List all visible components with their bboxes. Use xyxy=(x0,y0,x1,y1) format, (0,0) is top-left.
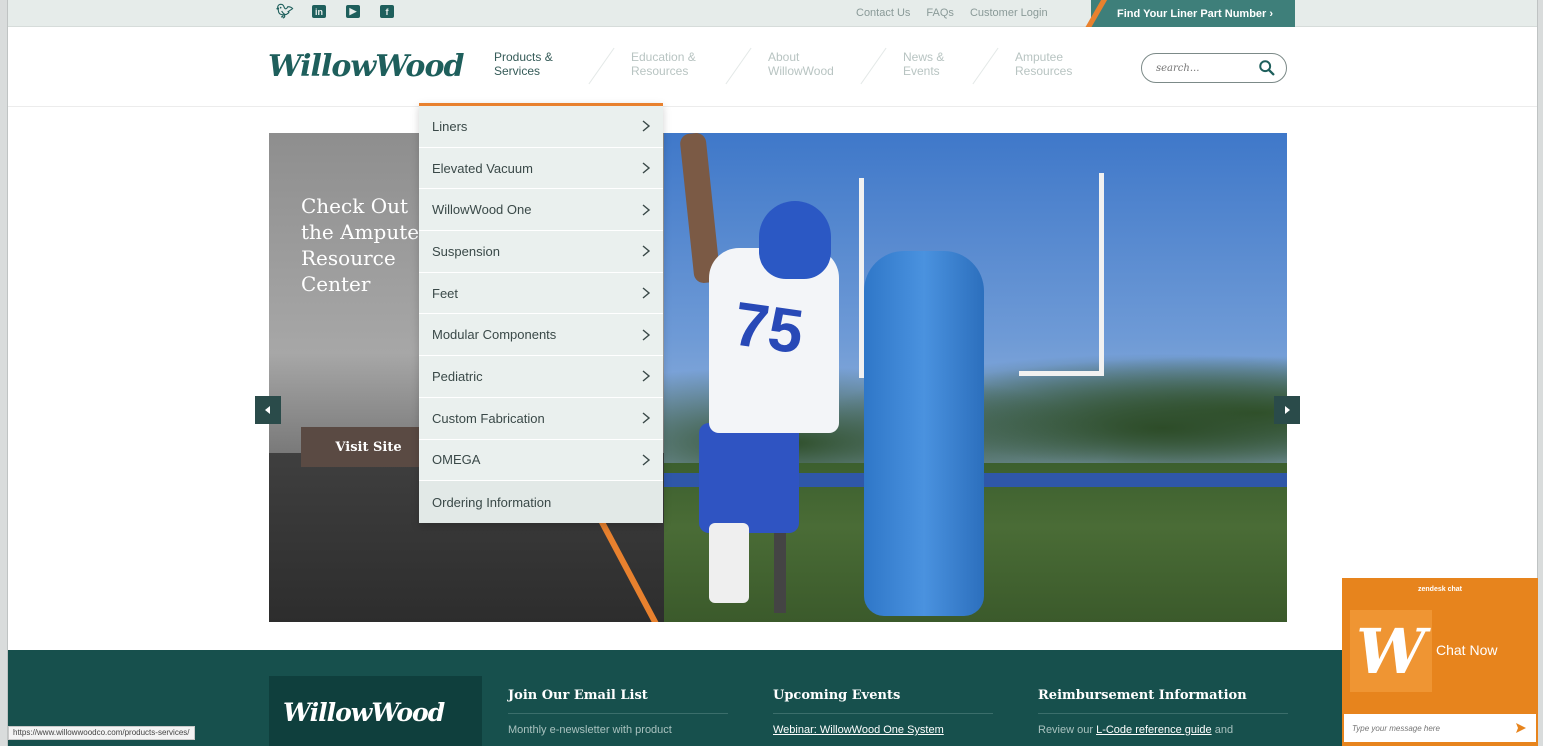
slider-prev-button[interactable] xyxy=(255,396,281,424)
menu-item-label: Liners xyxy=(432,118,468,134)
player-legs xyxy=(699,423,799,533)
nav-label-line2: Events xyxy=(903,64,940,78)
facebook-icon[interactable]: f xyxy=(380,5,394,18)
menu-item-willowwood-one[interactable]: WillowWood One xyxy=(419,189,663,232)
chevron-right-icon xyxy=(642,204,651,216)
reimb-text-after: and xyxy=(1211,724,1234,736)
menu-item-elevated-vacuum[interactable]: Elevated Vacuum xyxy=(419,148,663,190)
nav-label-line1: News & xyxy=(903,50,945,64)
nav-label-line2: Resources xyxy=(1015,64,1073,78)
goalpost-crossbar xyxy=(1019,371,1104,376)
chevron-right-icon xyxy=(642,329,651,341)
footer-email-column: Join Our Email List Monthly e-newsletter… xyxy=(508,688,728,736)
chat-widget[interactable]: zendesk chat W Chat Now xyxy=(1342,578,1538,746)
chat-now-label[interactable]: Chat Now xyxy=(1436,642,1497,658)
customer-login-link[interactable]: Customer Login xyxy=(970,7,1048,19)
arrow-left-icon xyxy=(265,406,270,414)
nav-amputee-resources[interactable]: Amputee Resources xyxy=(972,47,1115,85)
menu-item-label: Elevated Vacuum xyxy=(432,160,533,176)
nav-label-line2: Services xyxy=(494,64,541,78)
menu-item-pediatric[interactable]: Pediatric xyxy=(419,356,663,398)
menu-item-modular-components[interactable]: Modular Components xyxy=(419,314,663,357)
site-header: WillowWood Products & Services Education… xyxy=(8,27,1537,107)
footer-email-text: Monthly e-newsletter with product xyxy=(508,724,672,736)
player-helmet xyxy=(759,201,831,279)
menu-item-label: Suspension xyxy=(432,243,500,259)
faqs-link[interactable]: FAQs xyxy=(926,7,954,19)
footer-logo-panel: WillowWood xyxy=(269,676,482,746)
social-links: 🐦︎ in ▶ f xyxy=(276,3,394,19)
footer-events-column: Upcoming Events Webinar: WillowWood One … xyxy=(773,688,993,736)
reimb-text-before: Review our xyxy=(1038,724,1097,736)
linkedin-icon[interactable]: in xyxy=(312,5,326,18)
chevron-right-icon xyxy=(642,287,651,299)
twitter-icon[interactable]: 🐦︎ xyxy=(276,3,294,19)
arrow-right-icon xyxy=(1285,406,1290,414)
menu-item-label: Ordering Information xyxy=(432,494,552,510)
footer-reimbursement-column: Reimbursement Information Review our L-C… xyxy=(1038,688,1288,736)
utility-bar: 🐦︎ in ▶ f Contact Us FAQs Customer Login… xyxy=(8,0,1537,30)
chevron-right-icon xyxy=(642,245,651,257)
search-input[interactable] xyxy=(1156,62,1256,74)
menu-item-feet[interactable]: Feet xyxy=(419,273,663,315)
hero-heading: Check Out the Amputee Resource Center xyxy=(301,194,431,296)
contact-us-link[interactable]: Contact Us xyxy=(856,7,910,19)
nav-label-line2: WillowWood xyxy=(768,64,834,78)
footer-events-title: Upcoming Events xyxy=(773,688,993,714)
chevron-right-icon xyxy=(642,162,651,174)
chevron-right-icon xyxy=(642,454,651,466)
nav-label-line1: Amputee xyxy=(1015,50,1064,64)
menu-item-liners[interactable]: Liners xyxy=(419,106,663,148)
footer-reimbursement-text: Review our L-Code reference guide and xyxy=(1038,724,1288,736)
status-bar-url: https://www.willowwoodco.com/products-se… xyxy=(8,726,195,740)
find-liner-part-label: Find Your Liner Part Number › xyxy=(1117,7,1274,20)
nav-label-line2: Resources xyxy=(631,64,689,78)
menu-item-omega[interactable]: OMEGA xyxy=(419,440,663,482)
orange-slash-decoration xyxy=(1083,0,1109,30)
slider-next-button[interactable] xyxy=(1274,396,1300,424)
chat-widget-title: zendesk chat xyxy=(1418,586,1462,593)
menu-item-label: OMEGA xyxy=(432,452,481,468)
goalpost-upright xyxy=(1099,173,1104,373)
chat-message-input[interactable] xyxy=(1352,723,1502,733)
chevron-right-icon xyxy=(642,412,651,424)
blocking-pad xyxy=(864,251,984,616)
products-dropdown-menu: Liners Elevated Vacuum WillowWood One Su… xyxy=(419,103,663,523)
menu-item-label: Feet xyxy=(432,285,459,301)
window-frame-left xyxy=(0,0,8,746)
search-box xyxy=(1141,53,1287,83)
send-icon[interactable] xyxy=(1514,721,1528,735)
chat-logo: W xyxy=(1350,610,1432,692)
utility-links: Contact Us FAQs Customer Login xyxy=(856,7,1048,19)
chevron-right-icon xyxy=(642,120,651,132)
l-code-guide-link[interactable]: L-Code reference guide xyxy=(1096,724,1212,736)
site-footer: WillowWood Join Our Email List Monthly e… xyxy=(8,650,1537,746)
find-liner-part-button[interactable]: Find Your Liner Part Number › xyxy=(1083,0,1295,30)
menu-item-label: Modular Components xyxy=(432,327,557,343)
menu-item-label: Custom Fabrication xyxy=(432,410,545,426)
nav-about-willowwood[interactable]: About WillowWood xyxy=(725,47,903,85)
search-icon[interactable] xyxy=(1258,59,1276,77)
menu-item-custom-fabrication[interactable]: Custom Fabrication xyxy=(419,398,663,440)
jersey-number: 75 xyxy=(729,289,808,368)
site-logo[interactable]: WillowWood xyxy=(268,49,464,84)
player-leg xyxy=(709,523,749,603)
webinar-link[interactable]: Webinar: WillowWood One System xyxy=(773,724,944,736)
chat-input-row xyxy=(1344,714,1536,742)
chevron-right-icon xyxy=(642,370,651,383)
menu-item-label: WillowWood One xyxy=(432,202,532,218)
player-prosthetic-leg xyxy=(774,533,786,613)
youtube-icon[interactable]: ▶ xyxy=(346,5,360,18)
main-nav: Products & Services Education & Resource… xyxy=(494,47,1115,85)
nav-education-resources[interactable]: Education & Resources xyxy=(588,47,768,85)
footer-email-title: Join Our Email List xyxy=(508,688,728,714)
visit-site-button[interactable]: Visit Site xyxy=(301,427,436,467)
menu-item-suspension[interactable]: Suspension xyxy=(419,231,663,273)
footer-logo[interactable]: WillowWood xyxy=(283,698,445,727)
footer-reimbursement-title: Reimbursement Information xyxy=(1038,688,1288,714)
nav-news-events[interactable]: News & Events xyxy=(860,47,1015,85)
menu-item-label: Pediatric xyxy=(432,368,483,384)
nav-products-services[interactable]: Products & Services xyxy=(494,50,631,78)
menu-item-ordering-information[interactable]: Ordering Information xyxy=(419,481,663,523)
